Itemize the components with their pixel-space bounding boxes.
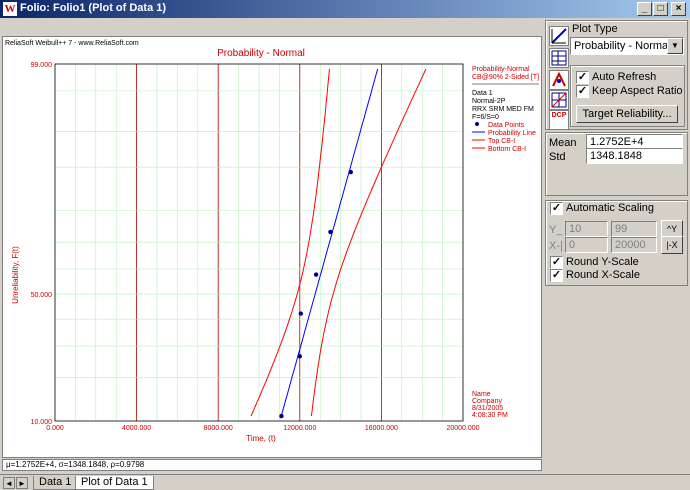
side-panel: Plot Type Probability - Normal ▼ DCP ✓ A… xyxy=(545,20,688,472)
footer-date: 8/31/2005 xyxy=(472,405,503,412)
probability-line xyxy=(280,68,379,417)
legend: Probability-Normal CB@90% 2-Sided [T] Da… xyxy=(472,66,539,153)
bottom-cb-line xyxy=(310,68,427,417)
plot-status-line: μ=1.2752E+4, σ=1348.1848, ρ=0.9798 xyxy=(2,459,542,471)
plot-type-value: Probability - Normal xyxy=(574,40,671,52)
y-scale-label: Y_ xyxy=(549,224,563,236)
redraw-icon[interactable] xyxy=(549,70,569,90)
data-point xyxy=(348,169,353,175)
y-tick-label: 99.000 xyxy=(31,62,53,69)
minimize-button[interactable]: _ xyxy=(637,2,652,16)
legend-method: RRX SRM MED FM xyxy=(472,106,534,113)
y-min-field[interactable]: 10 xyxy=(565,221,608,237)
x-tick-label: 16000.000 xyxy=(365,425,398,432)
auto-refresh-checkbox[interactable]: ✓ xyxy=(576,71,589,84)
plot-title: Probability - Normal xyxy=(217,48,305,59)
grid-icon[interactable] xyxy=(549,90,569,110)
auto-refresh-label: Auto Refresh xyxy=(592,71,657,83)
table-icon[interactable] xyxy=(549,48,569,68)
app-logo-icon: W xyxy=(3,2,17,16)
tab-prev-icon[interactable]: ◄ xyxy=(3,477,15,489)
keep-aspect-checkbox[interactable]: ✓ xyxy=(576,85,589,98)
plot-type-icon[interactable] xyxy=(549,26,569,46)
title-bar[interactable]: W Folio: Folio1 (Plot of Data 1) _ □ × xyxy=(0,0,690,18)
legend-entry-topcb: Top CB-I xyxy=(488,138,515,145)
probability-plot[interactable]: ReliaSoft Weibull++ 7 - www.ReliaSoft.co… xyxy=(3,37,541,457)
data-point xyxy=(313,272,319,277)
y-tick-label: 10.000 xyxy=(31,419,53,426)
top-cb-line xyxy=(250,68,330,417)
y-max-field[interactable]: 99 xyxy=(611,221,657,237)
plot-header: ReliaSoft Weibull++ 7 - www.ReliaSoft.co… xyxy=(5,40,139,47)
data-point xyxy=(328,229,333,235)
round-y-checkbox[interactable]: ✓ xyxy=(550,256,563,269)
chevron-down-icon[interactable]: ▼ xyxy=(667,38,683,54)
dcp-icon[interactable]: DCP xyxy=(549,110,569,130)
plot-type-select[interactable]: Probability - Normal ▼ xyxy=(570,37,684,55)
close-button[interactable]: × xyxy=(671,2,686,16)
mean-label: Mean xyxy=(549,137,577,149)
legend-line2: CB@90% 2-Sided [T] xyxy=(472,74,539,81)
footer-name: Name xyxy=(472,391,491,398)
x-axis-label: Time, (t) xyxy=(246,434,276,443)
data-point xyxy=(298,311,304,316)
x-tick-label: 0.000 xyxy=(46,425,64,432)
plot-footer: Name Company 8/31/2005 4:08:30 PM xyxy=(472,391,508,419)
x-tick-label: 12000.000 xyxy=(283,425,316,432)
legend-point-marker xyxy=(475,122,479,126)
footer-time: 4:08:30 PM xyxy=(472,412,508,419)
auto-scaling-label: Automatic Scaling xyxy=(566,202,655,214)
legend-entry-line: Probability Line xyxy=(488,130,536,137)
target-reliability-button[interactable]: Target Reliability... xyxy=(576,105,678,123)
plot-area[interactable]: ReliaSoft Weibull++ 7 - www.ReliaSoft.co… xyxy=(2,36,542,458)
x-scale-button[interactable]: |-X xyxy=(661,236,683,254)
x-max-field[interactable]: 20000 xyxy=(611,237,657,253)
grid-lines xyxy=(54,64,464,421)
window-title: Folio: Folio1 (Plot of Data 1) xyxy=(20,2,167,14)
legend-entry-points: Data Points xyxy=(488,122,525,129)
round-x-label: Round X-Scale xyxy=(566,269,640,281)
legend-entry-bottomcb: Bottom CB-I xyxy=(488,146,526,153)
y-axis-label: Unreliability, F(t) xyxy=(11,246,20,304)
x-scale-label: X-| xyxy=(549,240,563,252)
maximize-button[interactable]: □ xyxy=(653,2,668,16)
fit-curves xyxy=(250,68,427,417)
footer-company: Company xyxy=(472,398,502,405)
round-x-checkbox[interactable]: ✓ xyxy=(550,269,563,282)
round-y-label: Round Y-Scale xyxy=(566,256,639,268)
auto-scaling-checkbox[interactable]: ✓ xyxy=(550,202,563,215)
legend-dataset: Data 1 xyxy=(472,90,493,97)
x-tick-label: 20000.000 xyxy=(446,425,479,432)
sheet-tabs: ◄ ► Data 1 Plot of Data 1 xyxy=(0,474,690,490)
tick-labels: 0.000 4000.000 8000.000 12000.000 16000.000 2… xyxy=(31,62,480,432)
app-window: W Folio: Folio1 (Plot of Data 1) _ □ × R… xyxy=(0,0,690,490)
dcp-icon-text: DCP xyxy=(551,112,567,119)
data-point xyxy=(279,413,284,419)
tab-data-1[interactable]: Data 1 xyxy=(33,476,78,490)
legend-line1: Probability-Normal xyxy=(472,66,530,73)
y-tick-label: 50.000 xyxy=(31,292,53,299)
legend-dist: Normal-2P xyxy=(472,98,506,105)
tab-plot-of-data-1[interactable]: Plot of Data 1 xyxy=(75,476,154,490)
x-tick-label: 4000.000 xyxy=(122,425,151,432)
x-min-field[interactable]: 0 xyxy=(565,237,608,253)
plot-type-label: Plot Type xyxy=(572,23,618,35)
data-point xyxy=(297,354,302,359)
std-field[interactable]: 1348.1848 xyxy=(586,148,683,164)
x-tick-label: 8000.000 xyxy=(204,425,233,432)
tab-next-icon[interactable]: ► xyxy=(16,477,28,489)
keep-aspect-label: Keep Aspect Ratio xyxy=(592,85,683,97)
std-label: Std xyxy=(549,151,566,163)
legend-counts: F=6/S=0 xyxy=(472,114,499,121)
